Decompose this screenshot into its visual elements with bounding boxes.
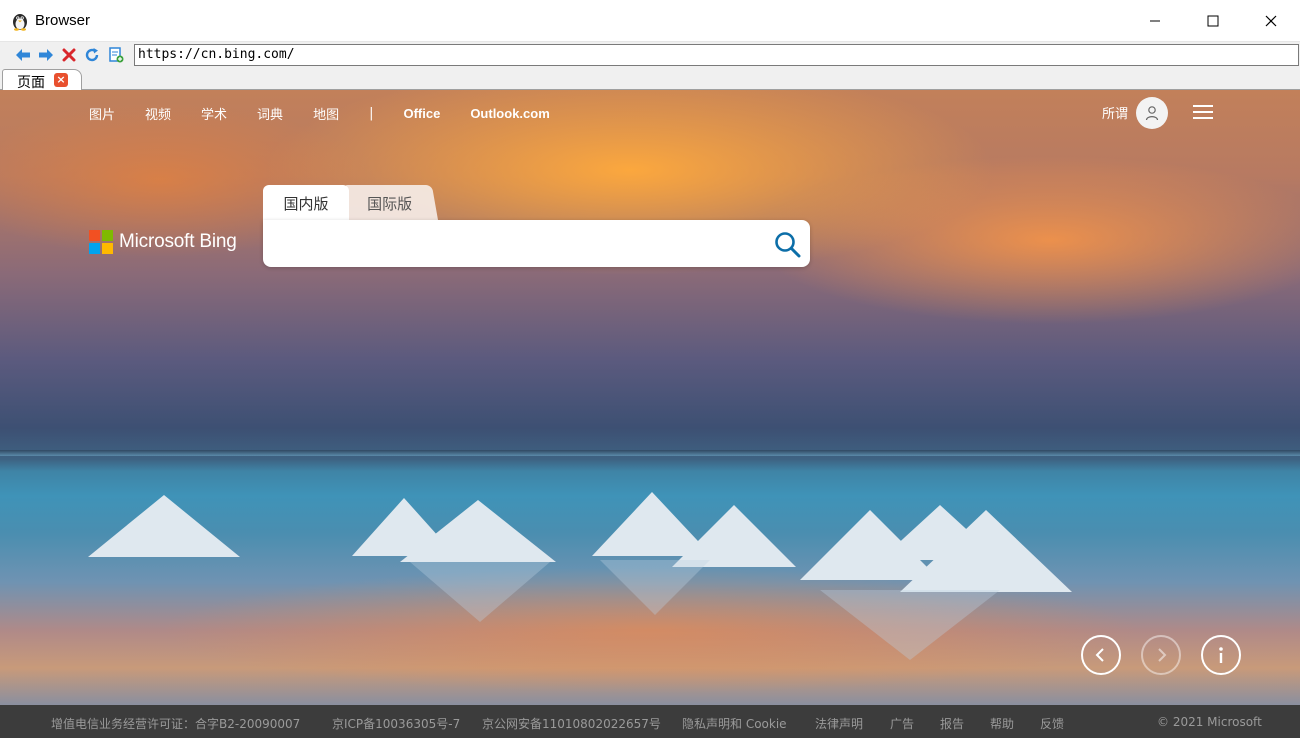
tab-label: 页面	[17, 75, 45, 91]
microsoft-logo-icon	[89, 230, 113, 254]
footer-ads[interactable]: 广告	[890, 715, 914, 732]
nav-link-dictionary[interactable]: 词典	[257, 104, 283, 123]
chevron-left-icon	[1095, 648, 1104, 662]
avatar-button[interactable]	[1136, 97, 1168, 129]
microsoft-bing-logo[interactable]: Microsoft Bing	[89, 229, 237, 255]
tab-international[interactable]: 国际版	[341, 185, 439, 221]
page-footer: 增值电信业务经营许可证：合字B2-20090007 京ICP备10036305号…	[0, 705, 1300, 738]
tab-domestic-label: 国内版	[283, 194, 329, 213]
refresh-button[interactable]	[83, 46, 101, 64]
tab-domestic[interactable]: 国内版	[263, 185, 349, 221]
footer-icp[interactable]: 京ICP备10036305号-7	[332, 715, 460, 732]
tab-page[interactable]: 页面 ×	[2, 69, 82, 91]
penguin-app-icon	[13, 14, 27, 31]
nav-separator: |	[369, 105, 374, 121]
close-x-icon	[62, 48, 76, 62]
footer-report[interactable]: 报告	[940, 715, 964, 732]
navigation-toolbar: https://cn.bing.com/	[0, 42, 1300, 68]
bookmark-button[interactable]	[107, 46, 125, 64]
info-icon	[1219, 647, 1223, 663]
forward-button[interactable]	[37, 46, 55, 64]
nav-link-academic[interactable]: 学术	[201, 104, 227, 123]
tab-close-icon[interactable]: ×	[54, 73, 68, 87]
horizon	[0, 450, 1300, 456]
tab-international-label: 国际版	[367, 194, 413, 213]
refresh-icon	[85, 48, 99, 62]
bing-homepage: 图片 视频 学术 词典 地图 | Office Outlook.com 所谓 M…	[0, 90, 1300, 705]
minimize-button[interactable]	[1126, 0, 1184, 42]
close-icon	[1265, 15, 1277, 27]
hamburger-menu-icon[interactable]	[1192, 103, 1214, 121]
maximize-button[interactable]	[1184, 0, 1242, 42]
person-icon	[1145, 106, 1159, 121]
nav-link-office[interactable]: Office	[403, 106, 440, 121]
top-nav: 图片 视频 学术 词典 地图 | Office Outlook.com	[89, 103, 580, 123]
user-name[interactable]: 所谓	[1102, 103, 1128, 122]
stop-button[interactable]	[60, 46, 78, 64]
footer-police-record[interactable]: 京公网安备11010802022657号	[482, 715, 661, 732]
footer-help[interactable]: 帮助	[990, 715, 1014, 732]
search-icon[interactable]	[773, 230, 803, 260]
footer-privacy[interactable]: 隐私声明和 Cookie	[682, 715, 787, 732]
nav-link-videos[interactable]: 视频	[145, 104, 171, 123]
footer-license[interactable]: 增值电信业务经营许可证：合字B2-20090007	[51, 715, 300, 732]
window-titlebar: Browser	[0, 0, 1300, 42]
back-button[interactable]	[14, 46, 32, 64]
page-add-icon	[109, 47, 124, 63]
footer-legal[interactable]: 法律声明	[815, 715, 863, 732]
chevron-right-icon	[1158, 648, 1167, 662]
next-image-button[interactable]	[1141, 635, 1181, 675]
footer-copyright: © 2021 Microsoft	[1157, 715, 1262, 729]
minimize-icon	[1150, 20, 1160, 22]
window-title: Browser	[35, 12, 91, 29]
address-bar[interactable]: https://cn.bing.com/	[134, 44, 1299, 66]
nav-link-outlook[interactable]: Outlook.com	[470, 106, 549, 121]
logo-text: Microsoft Bing	[119, 231, 237, 252]
maximize-icon	[1207, 15, 1219, 27]
previous-image-button[interactable]	[1081, 635, 1121, 675]
tab-strip: 页面 ×	[0, 68, 1300, 91]
nav-link-maps[interactable]: 地图	[313, 104, 339, 123]
image-info-button[interactable]	[1201, 635, 1241, 675]
search-box	[263, 220, 810, 267]
close-window-button[interactable]	[1242, 0, 1300, 42]
nav-link-images[interactable]: 图片	[89, 104, 115, 123]
arrow-left-icon	[16, 49, 30, 61]
arrow-right-icon	[39, 49, 53, 61]
search-input[interactable]	[279, 230, 759, 258]
footer-feedback[interactable]: 反馈	[1040, 715, 1064, 732]
